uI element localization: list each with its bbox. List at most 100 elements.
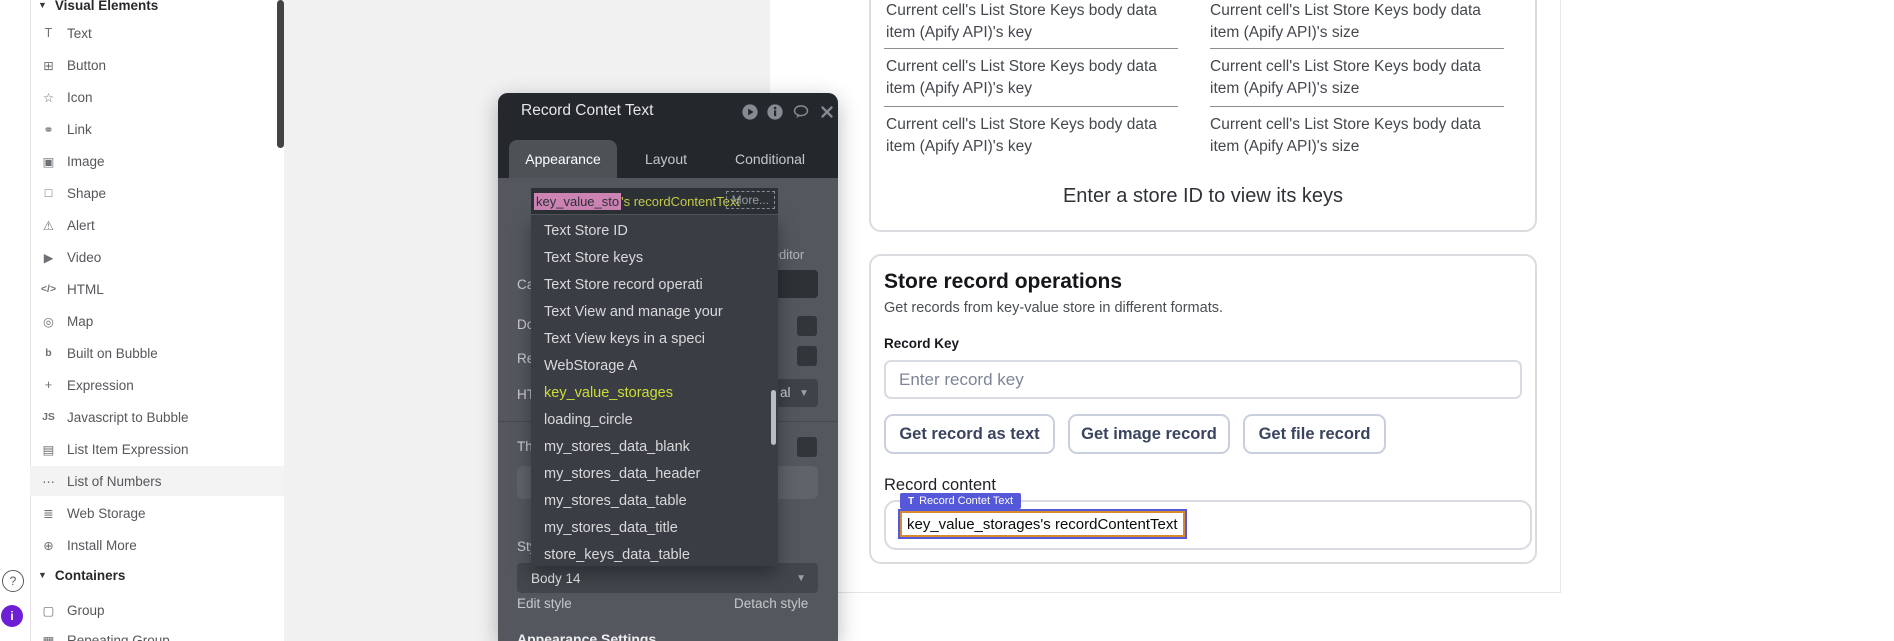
storage-icon: ≣ xyxy=(40,506,57,521)
store-keys-card: Current cell's List Store Keys body data… xyxy=(869,0,1537,232)
get-image-record-button[interactable]: Get image record xyxy=(1068,414,1230,454)
warning-icon: ⚠ xyxy=(40,218,57,233)
map-pin-icon: ◎ xyxy=(40,314,57,329)
row-divider xyxy=(1210,48,1504,49)
checkbox[interactable] xyxy=(797,437,817,457)
appearance-settings-header: Appearance Settings xyxy=(517,631,656,641)
selected-element-tag: T Record Contet Text xyxy=(900,493,1021,509)
text-element-icon: T xyxy=(908,496,914,507)
sidebar-item-map[interactable]: ◎Map xyxy=(30,307,284,335)
close-icon[interactable] xyxy=(818,103,836,121)
plus-icon: + xyxy=(40,378,57,392)
sidebar-item-built-on-bubble[interactable]: bBuilt on Bubble xyxy=(30,339,284,367)
store-size-cell: Current cell's List Store Keys body data… xyxy=(1210,0,1510,44)
expression-more-button[interactable]: More... xyxy=(726,191,775,209)
expression-text[interactable]: 's recordContentText xyxy=(621,194,740,209)
dropdown-option[interactable]: Text Store ID xyxy=(531,217,778,244)
sidebar-item-icon[interactable]: ☆Icon xyxy=(30,83,284,111)
sidebar-item-video[interactable]: ▶Video xyxy=(30,243,284,271)
dropdown-scrollbar[interactable] xyxy=(771,390,776,445)
checkbox[interactable] xyxy=(797,346,817,366)
dropdown-option[interactable]: Text Store keys xyxy=(531,244,778,271)
record-key-label: Record Key xyxy=(884,336,959,351)
record-key-input[interactable] xyxy=(884,360,1522,399)
chevron-down-icon: ▼ xyxy=(799,388,809,399)
text-icon: T xyxy=(40,26,57,40)
row-divider xyxy=(884,48,1178,49)
comment-icon[interactable] xyxy=(792,103,810,121)
sidebar-item-list-item-expression[interactable]: ▤List Item Expression xyxy=(30,435,284,463)
field-select-value: al xyxy=(780,385,791,400)
caret-down-icon: ▼ xyxy=(38,0,47,10)
empty-state-hint: Enter a store ID to view its keys xyxy=(871,185,1535,208)
dropdown-option[interactable]: loading_circle xyxy=(531,406,778,433)
link-icon: ⚭ xyxy=(40,122,57,137)
selected-text-element[interactable]: key_value_storages's recordContentText xyxy=(900,511,1185,537)
sidebar-item-button[interactable]: ⊞Button xyxy=(30,51,284,79)
sidebar-item-list-of-numbers[interactable]: ⋯List of Numbers xyxy=(30,466,284,496)
section-header-visual-elements[interactable]: ▼ Visual Elements xyxy=(30,0,284,16)
code-icon: </> xyxy=(40,283,57,295)
bubble-editor: ? i ▼ Visual Elements TText ⊞Button ☆Ico… xyxy=(0,0,1894,641)
sidebar-item-text[interactable]: TText xyxy=(30,19,284,47)
sidebar-item-repeating-group[interactable]: ▦Repeating Group xyxy=(30,626,284,641)
row-divider xyxy=(1210,106,1504,107)
get-record-as-text-button[interactable]: Get record as text xyxy=(884,414,1055,454)
dynamic-expression-input[interactable]: key_value_sto 's recordContentText More.… xyxy=(531,188,778,214)
card-subtitle: Get records from key-value store in diff… xyxy=(884,300,1223,316)
dropdown-option-highlighted[interactable]: key_value_storages xyxy=(531,379,778,406)
store-size-cell: Current cell's List Store Keys body data… xyxy=(1210,56,1510,100)
autocomplete-dropdown: Text Store ID Text Store keys Text Store… xyxy=(531,215,778,566)
tab-conditional[interactable]: Conditional xyxy=(724,140,816,178)
store-key-cell: Current cell's List Store Keys body data… xyxy=(886,56,1182,100)
help-icon[interactable]: ? xyxy=(2,570,24,592)
sidebar-item-alert[interactable]: ⚠Alert xyxy=(30,211,284,239)
dropdown-option[interactable]: Text Store record operati xyxy=(531,271,778,298)
section-header-containers[interactable]: ▼ Containers xyxy=(30,564,284,586)
tab-layout[interactable]: Layout xyxy=(626,140,706,178)
clipboard-icon: ▤ xyxy=(40,442,57,457)
dropdown-option[interactable]: my_stores_data_table xyxy=(531,487,778,514)
chevron-down-icon: ▼ xyxy=(796,573,806,584)
checkbox[interactable] xyxy=(797,316,817,336)
info-icon[interactable] xyxy=(766,103,784,121)
sidebar-item-link[interactable]: ⚭Link xyxy=(30,115,284,143)
sidebar-item-web-storage[interactable]: ≣Web Storage xyxy=(30,499,284,527)
star-icon: ☆ xyxy=(40,90,57,105)
dropdown-option[interactable]: my_stores_data_blank xyxy=(531,433,778,460)
video-icon: ▶ xyxy=(40,250,57,265)
row-divider xyxy=(884,106,1178,107)
sidebar-item-install-more[interactable]: ⊕Install More xyxy=(30,531,284,559)
dropdown-option[interactable]: store_keys_data_table xyxy=(531,541,778,566)
sidebar-item-html[interactable]: </>HTML xyxy=(30,275,284,303)
style-select[interactable]: Body 14 ▼ xyxy=(517,563,818,593)
tab-appearance[interactable]: Appearance xyxy=(509,140,617,178)
sidebar-item-expression[interactable]: +Expression xyxy=(30,371,284,399)
caret-down-icon: ▼ xyxy=(38,570,47,580)
sidebar-item-javascript-to-bubble[interactable]: JSJavascript to Bubble xyxy=(30,403,284,431)
store-key-cell: Current cell's List Store Keys body data… xyxy=(886,114,1182,158)
dots-icon: ⋯ xyxy=(40,474,57,489)
preview-play-icon[interactable] xyxy=(741,103,759,121)
dropdown-option[interactable]: my_stores_data_title xyxy=(531,514,778,541)
expression-selected-text[interactable]: key_value_sto xyxy=(534,193,621,210)
store-key-cell: Current cell's List Store Keys body data… xyxy=(886,0,1182,44)
image-icon: ▣ xyxy=(40,154,57,169)
repeating-group-icon: ▦ xyxy=(40,633,57,641)
property-editor-title: Record Contet Text xyxy=(521,102,653,120)
detach-style-link[interactable]: Detach style xyxy=(734,596,808,611)
get-file-record-button[interactable]: Get file record xyxy=(1243,414,1386,454)
bubble-logo-icon: b xyxy=(40,347,57,359)
sidebar-item-image[interactable]: ▣Image xyxy=(30,147,284,175)
store-size-cell: Current cell's List Store Keys body data… xyxy=(1210,114,1510,158)
sidebar-item-group[interactable]: ▢Group xyxy=(30,596,284,624)
edit-style-link[interactable]: Edit style xyxy=(517,596,572,611)
dropdown-option[interactable]: Text View and manage your xyxy=(531,298,778,325)
dropdown-option[interactable]: Text View keys in a speci xyxy=(531,325,778,352)
assistant-chat-icon[interactable]: i xyxy=(1,605,23,627)
dropdown-option[interactable]: WebStorage A xyxy=(531,352,778,379)
dropdown-option[interactable]: my_stores_data_header xyxy=(531,460,778,487)
group-icon: ▢ xyxy=(40,603,57,618)
button-icon: ⊞ xyxy=(40,58,57,73)
sidebar-item-shape[interactable]: □Shape xyxy=(30,179,284,207)
